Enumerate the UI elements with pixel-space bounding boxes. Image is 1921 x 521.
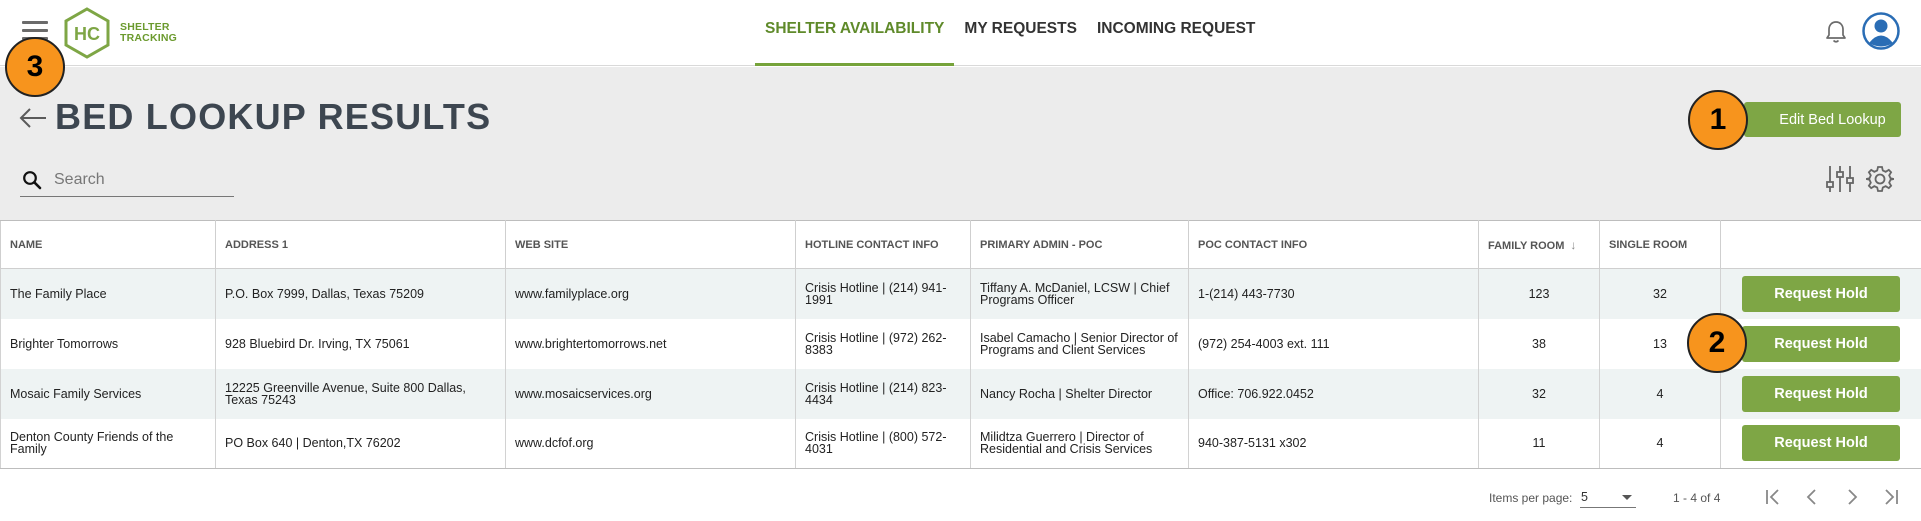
annotation-badge-3: 3 xyxy=(5,37,65,97)
cell-name: Brighter Tomorrows xyxy=(0,318,216,369)
table-header-row: NAME ADDRESS 1 WEB SITE HOTLINE CONTACT … xyxy=(0,220,1921,269)
edit-bed-lookup-button[interactable]: Edit Bed Lookup xyxy=(1744,102,1901,137)
cell-website: www.dcfof.org xyxy=(505,418,796,469)
cell-name: Mosaic Family Services xyxy=(0,368,216,419)
request-hold-button[interactable]: Request Hold xyxy=(1742,325,1900,362)
cell-name: The Family Place xyxy=(0,268,216,319)
cell-action: Request Hold xyxy=(1720,368,1921,419)
gear-icon[interactable] xyxy=(1866,165,1894,193)
items-per-page-label: Items per page: xyxy=(1489,491,1573,505)
table-row: Denton County Friends of the Family PO B… xyxy=(0,418,1921,469)
cell-website: www.brightertomorrows.net xyxy=(505,318,796,369)
search-input[interactable] xyxy=(54,167,230,193)
cell-hotline: Crisis Hotline | (214) 941-1991 xyxy=(795,268,971,319)
cell-admin: Tiffany A. McDaniel, LCSW | Chief Progra… xyxy=(970,268,1189,319)
main-nav: SHELTER AVAILABILITY MY REQUESTS INCOMIN… xyxy=(755,0,1265,66)
cell-poc: 940-387-5131 x302 xyxy=(1188,418,1479,469)
cell-website: www.familyplace.org xyxy=(505,268,796,319)
nav-shelter-availability[interactable]: SHELTER AVAILABILITY xyxy=(755,0,955,66)
cell-address: P.O. Box 7999, Dallas, Texas 75209 xyxy=(215,268,506,319)
column-header-name[interactable]: NAME xyxy=(0,220,216,269)
column-header-website[interactable]: WEB SITE xyxy=(505,220,796,269)
column-header-family-room[interactable]: FAMILY ROOM ↓ xyxy=(1478,220,1600,269)
column-header-poc-contact[interactable]: POC CONTACT INFO xyxy=(1188,220,1479,269)
annotation-badge-2: 2 xyxy=(1687,313,1747,373)
request-hold-button[interactable]: Request Hold xyxy=(1742,275,1900,312)
request-hold-button[interactable]: Request Hold xyxy=(1742,425,1900,462)
cell-family-room: 123 xyxy=(1478,268,1600,319)
cell-family-room: 32 xyxy=(1478,368,1600,419)
cell-hotline: Crisis Hotline | (972) 262-8383 xyxy=(795,318,971,369)
back-arrow-icon[interactable] xyxy=(18,106,48,130)
items-per-page-value: 5 xyxy=(1581,490,1588,504)
nav-incoming-request[interactable]: INCOMING REQUEST xyxy=(1087,0,1265,66)
cell-poc: (972) 254-4003 ext. 111 xyxy=(1188,318,1479,369)
user-avatar-icon[interactable] xyxy=(1862,12,1900,50)
column-header-address[interactable]: ADDRESS 1 xyxy=(215,220,506,269)
items-per-page-select[interactable]: 5 xyxy=(1580,486,1636,508)
logo-text: SHELTER TRACKING xyxy=(120,22,177,44)
column-header-hotline[interactable]: HOTLINE CONTACT INFO xyxy=(795,220,971,269)
previous-page-icon[interactable] xyxy=(1801,486,1823,508)
cell-poc: Office: 706.922.0452 xyxy=(1188,368,1479,419)
cell-action: Request Hold xyxy=(1720,418,1921,469)
family-room-label: FAMILY ROOM xyxy=(1488,239,1565,252)
results-table: NAME ADDRESS 1 WEB SITE HOTLINE CONTACT … xyxy=(0,220,1921,469)
cell-action: Request Hold xyxy=(1720,268,1921,319)
cell-admin: Milidtza Guerrero | Director of Resident… xyxy=(970,418,1189,469)
request-hold-button[interactable]: Request Hold xyxy=(1742,375,1900,412)
svg-text:HC: HC xyxy=(74,24,100,44)
column-header-primary-admin[interactable]: PRIMARY ADMIN - POC xyxy=(970,220,1189,269)
cell-single-room: 4 xyxy=(1599,368,1721,419)
cell-admin: Isabel Camacho | Senior Director of Prog… xyxy=(970,318,1189,369)
cell-action: Request Hold xyxy=(1720,318,1921,369)
table-row: Mosaic Family Services 12225 Greenville … xyxy=(0,368,1921,419)
hc-hexagon-logo-icon: HC xyxy=(64,7,110,59)
filter-sliders-icon[interactable] xyxy=(1826,164,1854,194)
table-row: The Family Place P.O. Box 7999, Dallas, … xyxy=(0,268,1921,319)
cell-address: 928 Bluebird Dr. Irving, TX 75061 xyxy=(215,318,506,369)
table-row: Brighter Tomorrows 928 Bluebird Dr. Irvi… xyxy=(0,318,1921,369)
page-title: BED LOOKUP RESULTS xyxy=(55,96,492,137)
cell-poc: 1-(214) 443-7730 xyxy=(1188,268,1479,319)
pagination-range: 1 - 4 of 4 xyxy=(1673,491,1721,505)
sort-descending-icon: ↓ xyxy=(1570,237,1577,252)
column-header-actions xyxy=(1720,220,1921,269)
app-logo[interactable]: HC SHELTER TRACKING xyxy=(60,4,177,62)
top-navigation-bar: HC SHELTER TRACKING SHELTER AVAILABILITY… xyxy=(0,0,1921,66)
cell-address: 12225 Greenville Avenue, Suite 800 Dalla… xyxy=(215,368,506,419)
next-page-icon[interactable] xyxy=(1841,486,1863,508)
cell-hotline: Crisis Hotline | (800) 572-4031 xyxy=(795,418,971,469)
logo-line-2: TRACKING xyxy=(120,32,178,44)
cell-hotline: Crisis Hotline | (214) 823-4434 xyxy=(795,368,971,419)
bell-icon[interactable] xyxy=(1824,19,1848,45)
column-header-single-room[interactable]: SINGLE ROOM xyxy=(1599,220,1721,269)
search-icon xyxy=(23,171,42,190)
cell-family-room: 38 xyxy=(1478,318,1600,369)
cell-family-room: 11 xyxy=(1478,418,1600,469)
search-field xyxy=(20,165,234,197)
cell-single-room: 4 xyxy=(1599,418,1721,469)
page-header-band xyxy=(0,67,1921,220)
cell-address: PO Box 640 | Denton,TX 76202 xyxy=(215,418,506,469)
annotation-badge-1: 1 xyxy=(1688,90,1748,150)
first-page-icon[interactable] xyxy=(1762,486,1784,508)
nav-my-requests[interactable]: MY REQUESTS xyxy=(954,0,1087,66)
cell-name: Denton County Friends of the Family xyxy=(0,418,216,469)
chevron-down-icon xyxy=(1622,495,1632,500)
last-page-icon[interactable] xyxy=(1880,486,1902,508)
results-table-container: NAME ADDRESS 1 WEB SITE HOTLINE CONTACT … xyxy=(0,220,1921,469)
cell-website: www.mosaicservices.org xyxy=(505,368,796,419)
cell-single-room: 32 xyxy=(1599,268,1721,319)
cell-admin: Nancy Rocha | Shelter Director xyxy=(970,368,1189,419)
